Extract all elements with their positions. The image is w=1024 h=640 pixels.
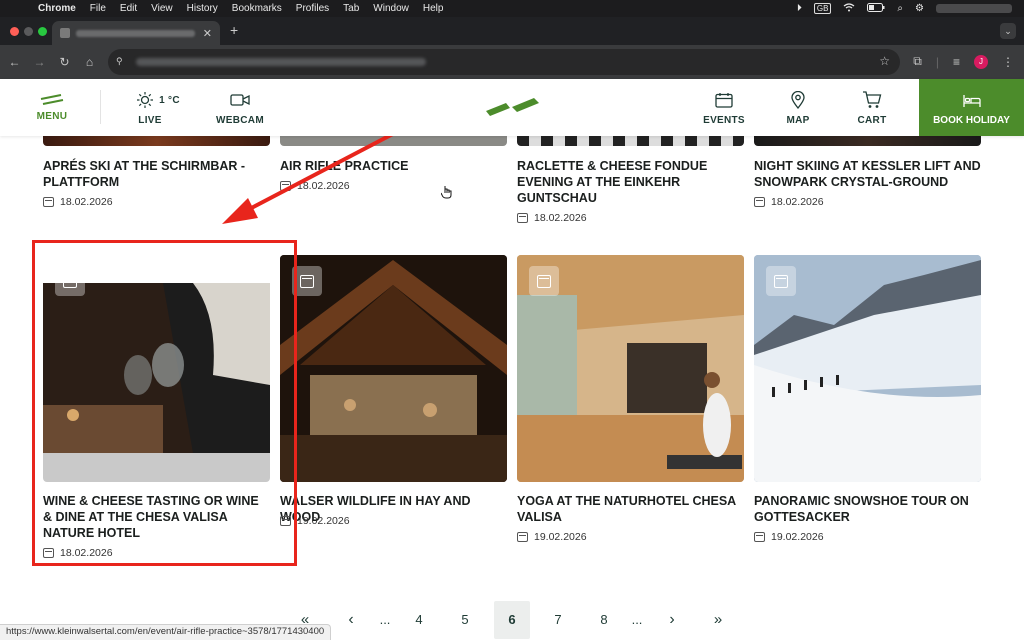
menu-label: MENU [36,111,68,122]
page-8-button[interactable]: 8 [586,601,622,639]
weather-temperature: 1 °C [159,94,180,106]
events-button[interactable]: EVENTS [700,89,748,126]
page-6-button-current[interactable]: 6 [494,601,530,639]
webcam-button[interactable]: WEBCAM [214,89,266,126]
map-pin-icon [782,89,814,111]
link-status-bar: https://www.kleinwalsertal.com/en/event/… [0,624,332,640]
page-7-button[interactable]: 7 [540,601,576,639]
reload-icon[interactable]: ↻ [52,55,77,69]
calendar-icon [700,89,748,111]
battery-icon[interactable] [867,2,885,15]
toolbar-right-actions: ⧉ | ≡ J ⋮ [913,54,1014,69]
extensions-icon[interactable]: ⧉ [913,54,922,69]
browser-tab-strip: ✕ [0,17,1024,45]
menu-help[interactable]: Help [423,3,444,14]
hamburger-icon [34,89,70,111]
webcam-label: WEBCAM [216,115,264,126]
cart-button[interactable]: CART [855,89,889,126]
toolbar-separator: | [935,54,939,69]
browser-toolbar: ← → ↻ ⌂ ⚲ ☆ ⧉ | ≡ J ⋮ [0,45,1024,79]
menu-view[interactable]: View [151,3,173,14]
next-page-button[interactable]: › [654,601,690,639]
minimize-window-icon[interactable] [24,27,33,36]
header-divider [100,90,101,124]
browser-tab-active[interactable]: ✕ [52,21,220,45]
live-weather-top: 1 °C [128,89,188,111]
close-window-icon[interactable] [10,27,19,36]
pagination-ellipsis: ... [379,612,391,627]
map-button[interactable]: MAP [782,89,814,126]
keyboard-layout-indicator[interactable]: GB [813,3,832,14]
macos-menubar: Chrome File Edit View History Bookmarks … [0,0,1024,17]
bed-icon [919,91,1024,111]
page-4-button[interactable]: 4 [401,601,437,639]
menu-window[interactable]: Window [373,3,409,14]
pagination-ellipsis: ... [631,612,643,627]
book-holiday-button[interactable]: BOOK HOLIDAY [919,79,1024,136]
live-label: LIVE [138,115,162,126]
tab-search-icon[interactable]: ⌄ [1000,23,1016,39]
site-header: MENU 1 °C LIVE WEBCAM EVENTS MAP CART BO… [0,79,1024,136]
search-icon[interactable]: ⌕ [897,3,903,14]
menu-history[interactable]: History [187,3,218,14]
forward-icon[interactable]: → [27,55,52,69]
events-label: EVENTS [703,115,745,126]
last-page-button[interactable]: » [700,601,736,639]
sun-icon [137,92,154,108]
bookmark-star-icon[interactable]: ☆ [879,54,890,68]
wifi-icon[interactable] [843,2,855,15]
live-weather-button[interactable]: 1 °C LIVE [128,89,188,126]
favicon-icon [60,28,70,38]
page-5-button[interactable]: 5 [447,601,483,639]
play-icon[interactable]: ⏵ [797,3,802,14]
control-center-icon[interactable]: ⚙ [915,3,924,14]
more-menu-icon[interactable]: ⋮ [1002,55,1014,69]
url-redacted [136,58,426,66]
hand-cursor-icon [441,186,452,199]
menu-profiles[interactable]: Profiles [296,3,329,14]
clock-redacted [936,4,1012,13]
profile-avatar[interactable]: J [974,54,988,69]
cart-icon [855,89,889,111]
map-label: MAP [786,115,810,126]
site-info-icon[interactable]: ⚲ [116,56,130,68]
address-bar[interactable]: ⚲ ☆ [108,49,900,75]
video-camera-icon [214,89,266,111]
tab-close-icon[interactable]: ✕ [203,27,212,40]
reading-list-icon[interactable]: ≡ [953,55,960,69]
menu-button[interactable]: MENU [34,89,70,122]
menu-bookmarks[interactable]: Bookmarks [232,3,282,14]
prev-page-button[interactable]: ‹ [333,601,369,639]
tab-title-redacted [76,29,195,37]
book-holiday-label: BOOK HOLIDAY [933,115,1010,126]
cart-label: CART [857,115,887,126]
menu-file[interactable]: File [90,3,106,14]
menu-tab[interactable]: Tab [343,3,359,14]
back-icon[interactable]: ← [2,55,27,69]
maximize-window-icon[interactable] [38,27,47,36]
new-tab-icon[interactable]: + [230,22,238,38]
menu-app-name[interactable]: Chrome [38,3,76,14]
menu-edit[interactable]: Edit [120,3,137,14]
annotation-arrow-icon [222,136,394,224]
event-listing: APRÉS SKI AT THE SCHIRMBAR - PLATTFORM 1… [0,136,1024,640]
kleinwalsertal-logo-icon[interactable] [484,95,542,119]
menubar-status-area: ⏵ GB ⌕ ⚙ [797,2,1012,15]
home-icon[interactable]: ⌂ [77,55,102,69]
